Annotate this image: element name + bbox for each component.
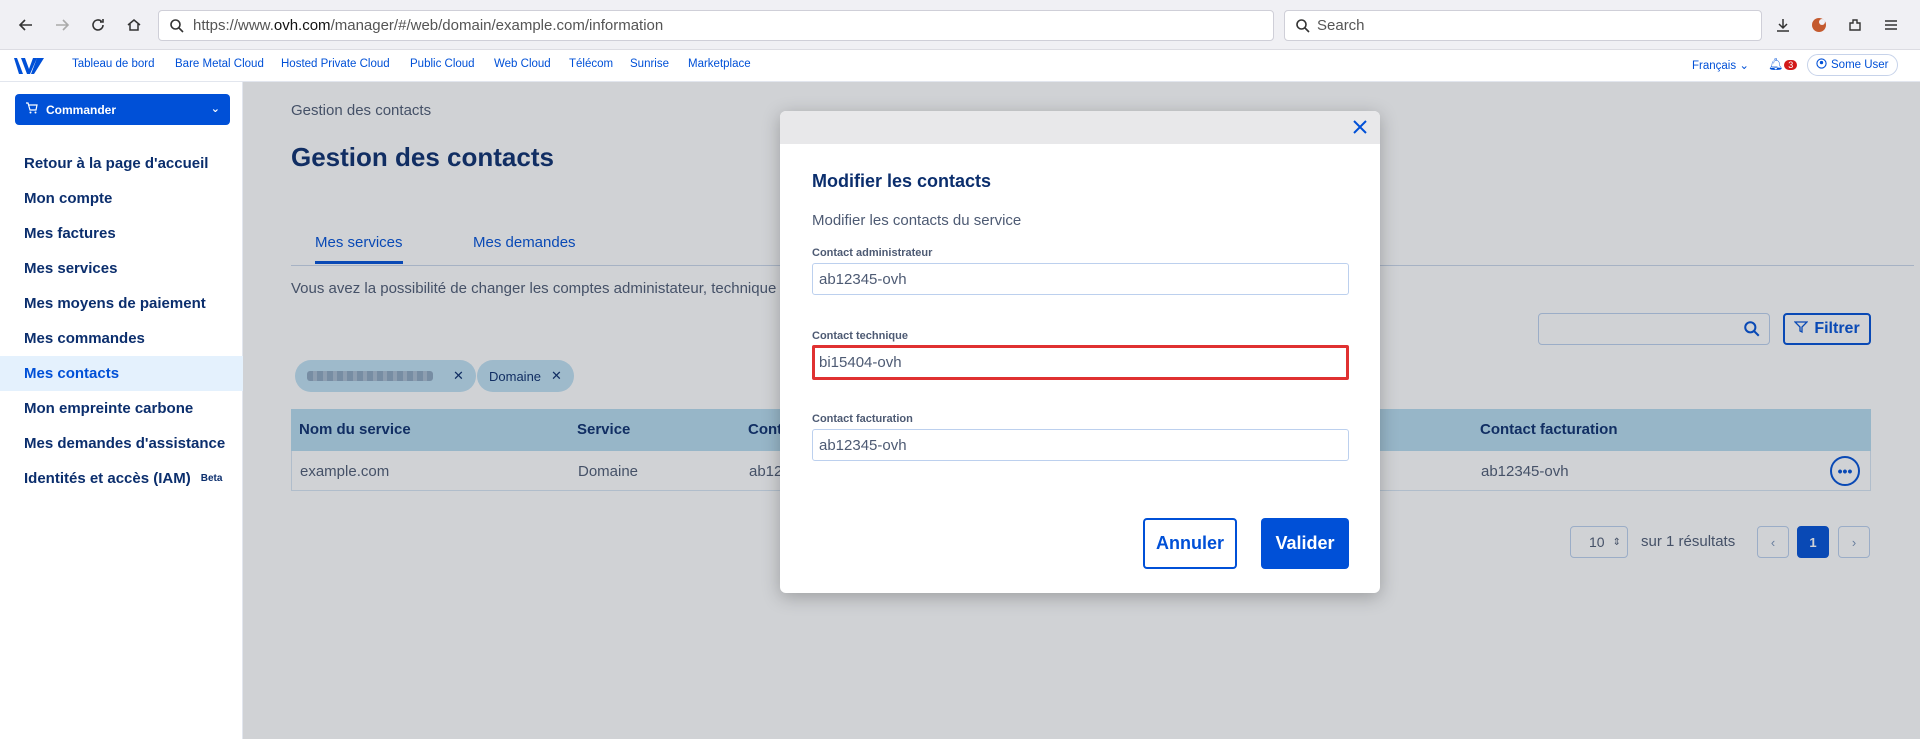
nav-item-telecom[interactable]: Télécom: [569, 58, 613, 70]
language-selector[interactable]: Français ⌄: [1692, 58, 1749, 72]
nav-item-sunrise[interactable]: Sunrise: [630, 58, 669, 70]
order-button[interactable]: Commander ⌄: [15, 94, 230, 125]
tech-contact-field[interactable]: [812, 345, 1349, 380]
ovh-logo[interactable]: [12, 55, 46, 77]
nav-item-hosted-private-cloud[interactable]: Hosted Private Cloud: [281, 58, 390, 70]
modal-header: [780, 111, 1380, 144]
chevron-down-icon: ⌄: [1739, 60, 1749, 72]
nav-item-bare-metal[interactable]: Bare Metal Cloud: [175, 58, 264, 70]
tech-contact-label: Contact technique: [812, 330, 908, 342]
edit-contacts-modal: Modifier les contacts Modifier les conta…: [780, 111, 1380, 593]
sidebar-item-label: Identités et accès (IAM): [24, 470, 191, 487]
nav-item-web-cloud[interactable]: Web Cloud: [494, 58, 551, 70]
billing-contact-label: Contact facturation: [812, 413, 913, 425]
billing-contact-field[interactable]: [812, 429, 1349, 461]
close-icon[interactable]: [1350, 117, 1370, 137]
extensions-icon[interactable]: [1843, 13, 1867, 37]
search-icon: [1295, 18, 1311, 38]
sidebar-item-label: Retour à la page d'accueil: [24, 155, 209, 172]
top-navigation: Tableau de bord Bare Metal Cloud Hosted …: [0, 50, 1920, 82]
sidebar-item-label: Mes factures: [24, 225, 116, 242]
cancel-button[interactable]: Annuler: [1143, 518, 1237, 569]
sidebar-item-label: Mes moyens de paiement: [24, 295, 206, 312]
sidebar: Commander ⌄ Retour à la page d'accueil M…: [0, 82, 243, 739]
download-icon[interactable]: [1771, 13, 1795, 37]
submit-button[interactable]: Valider: [1261, 518, 1349, 569]
order-button-label: Commander: [46, 102, 117, 117]
notifications-button[interactable]: 🔔︎ 3: [1768, 57, 1798, 71]
user-name: Some User: [1831, 59, 1889, 71]
user-menu-button[interactable]: Some User: [1807, 54, 1898, 76]
sidebar-item-payment-methods[interactable]: Mes moyens de paiement: [0, 286, 243, 321]
sidebar-item-iam[interactable]: Identités et accès (IAM) Beta: [0, 461, 243, 496]
search-icon: [169, 18, 185, 38]
sidebar-item-label: Mes commandes: [24, 330, 145, 347]
bell-icon: 🔔︎: [1768, 57, 1784, 71]
sidebar-item-invoices[interactable]: Mes factures: [0, 216, 243, 251]
menu-icon[interactable]: [1879, 13, 1903, 37]
reload-icon[interactable]: [86, 13, 110, 37]
url-path: /manager/#/web/domain/example.com/inform…: [330, 17, 664, 34]
forward-icon[interactable]: [50, 13, 74, 37]
nav-item-dashboard[interactable]: Tableau de bord: [72, 58, 154, 70]
admin-contact-field[interactable]: [812, 263, 1349, 295]
sidebar-item-services[interactable]: Mes services: [0, 251, 243, 286]
nav-item-marketplace[interactable]: Marketplace: [688, 58, 751, 70]
back-icon[interactable]: [14, 13, 38, 37]
sidebar-item-home[interactable]: Retour à la page d'accueil: [0, 146, 243, 181]
language-label: Français: [1692, 60, 1737, 72]
modal-subtitle: Modifier les contacts du service: [812, 212, 1022, 229]
url-host: ovh.com: [273, 17, 331, 34]
sidebar-item-contacts[interactable]: Mes contacts: [0, 356, 243, 391]
sidebar-item-label: Mes contacts: [24, 365, 120, 382]
modal-title: Modifier les contacts: [812, 171, 992, 191]
profile-icon[interactable]: [1807, 13, 1831, 37]
sidebar-item-account[interactable]: Mon compte: [0, 181, 243, 216]
sidebar-item-orders[interactable]: Mes commandes: [0, 321, 243, 356]
nav-item-public-cloud[interactable]: Public Cloud: [410, 58, 475, 70]
url-bar[interactable]: https://www. ovh.com/manager/#/web/domain…: [158, 10, 1274, 41]
sidebar-item-carbon-footprint[interactable]: Mon empreinte carbone: [0, 391, 243, 426]
sidebar-item-support[interactable]: Mes demandes d'assistance: [0, 426, 243, 461]
admin-contact-label: Contact administrateur: [812, 247, 933, 259]
sidebar-item-label: Mon compte: [24, 190, 113, 207]
cart-icon: [25, 102, 38, 117]
user-icon: [1816, 58, 1827, 72]
browser-search-bar[interactable]: Search: [1284, 10, 1762, 41]
sidebar-item-label: Mes services: [24, 260, 118, 277]
sidebar-item-label: Mon empreinte carbone: [24, 400, 194, 417]
browser-toolbar: https://www. ovh.com/manager/#/web/domain…: [0, 0, 1920, 50]
browser-search-placeholder: Search: [1317, 17, 1365, 34]
chevron-down-icon: ⌄: [210, 103, 220, 115]
sidebar-item-label: Mes demandes d'assistance: [24, 435, 226, 452]
beta-badge: Beta: [200, 473, 223, 484]
url-prefix: https://www.: [193, 17, 274, 34]
home-icon[interactable]: [122, 13, 146, 37]
notifications-badge: 3: [1784, 60, 1798, 70]
